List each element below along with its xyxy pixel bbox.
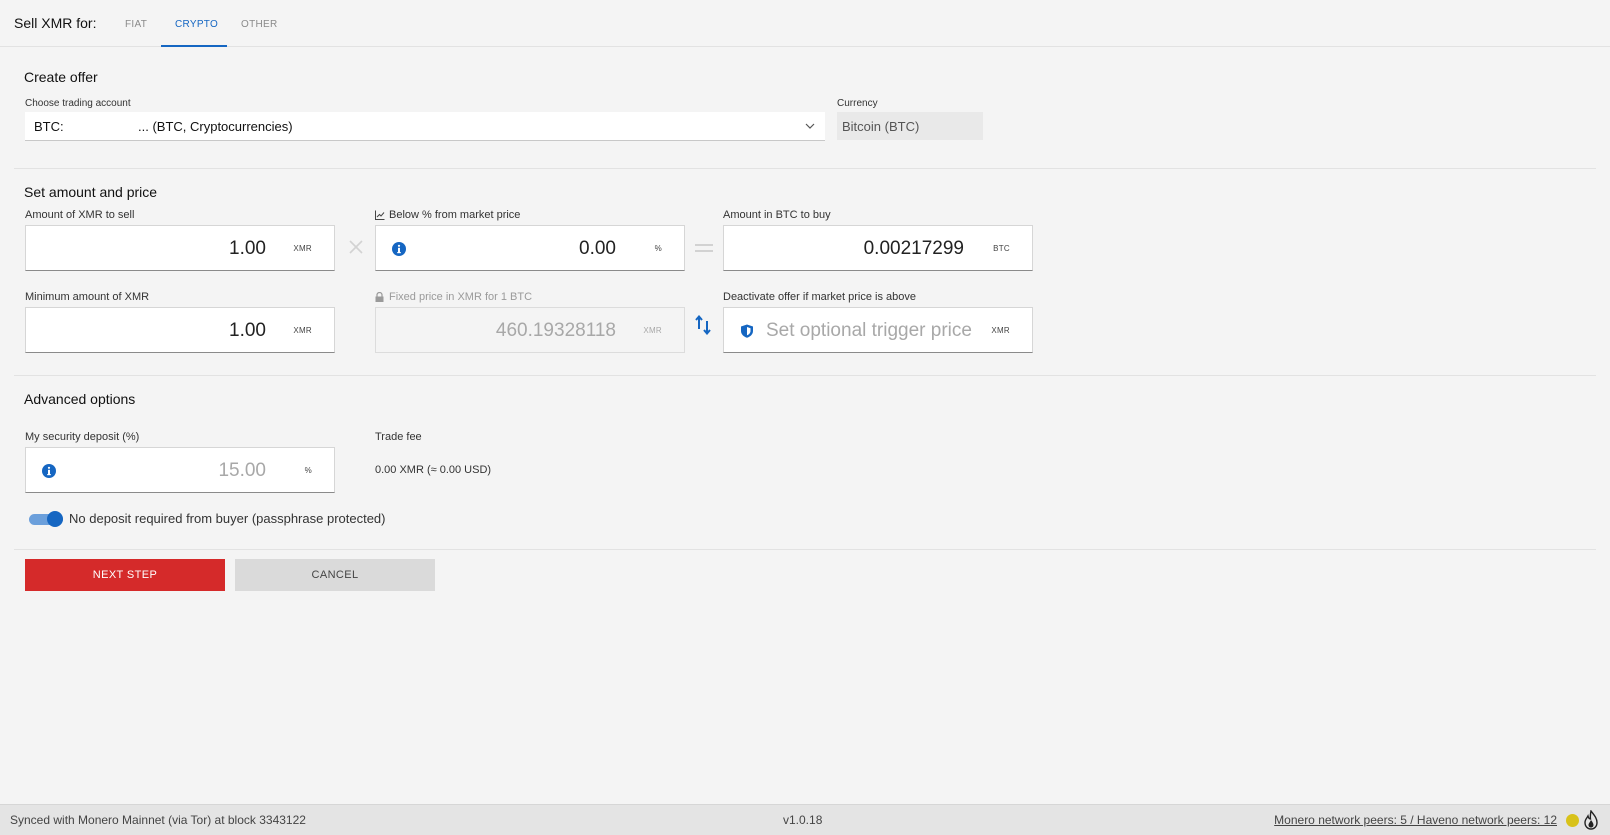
- status-bar: Synced with Monero Mainnet (via Tor) at …: [0, 804, 1610, 835]
- tab-fiat[interactable]: FIAT: [125, 19, 147, 30]
- trading-account-prefix: BTC:: [34, 119, 64, 134]
- advanced-options-title: Advanced options: [24, 391, 136, 407]
- shield-icon: [741, 324, 753, 338]
- currency-value: Bitcoin (BTC): [842, 119, 920, 134]
- below-market-label-text: Below % from market price: [389, 209, 521, 221]
- no-deposit-toggle[interactable]: [29, 511, 63, 527]
- trigger-price-placeholder: Set optional trigger price: [766, 320, 972, 341]
- amount-unit: XMR: [293, 244, 312, 253]
- below-market-value: 0.00: [579, 238, 616, 259]
- trading-account-label: Choose trading account: [25, 98, 131, 109]
- fixed-price-input: 460.19328118 XMR: [375, 307, 685, 353]
- chevron-down-icon: [805, 123, 815, 129]
- fixed-price-unit: XMR: [643, 326, 662, 335]
- info-icon[interactable]: [392, 242, 406, 256]
- fixed-price-value: 460.19328118: [495, 320, 616, 341]
- amount-value: 1.00: [229, 238, 266, 259]
- security-deposit-label: My security deposit (%): [25, 431, 140, 443]
- sync-status: Synced with Monero Mainnet (via Tor) at …: [10, 813, 306, 827]
- below-market-unit: %: [654, 244, 662, 253]
- trading-account-value: ... (BTC, Cryptocurrencies): [138, 119, 293, 134]
- trade-fee-label: Trade fee: [375, 431, 422, 443]
- btc-amount-label: Amount in BTC to buy: [723, 209, 831, 221]
- toggle-knob: [47, 511, 63, 527]
- divider: [14, 549, 1596, 550]
- trigger-price-unit: XMR: [991, 326, 1010, 335]
- divider: [14, 168, 1596, 169]
- currency-field: Bitcoin (BTC): [837, 112, 983, 140]
- equals-icon: [695, 244, 713, 252]
- tab-crypto[interactable]: CRYPTO: [175, 19, 218, 30]
- info-icon[interactable]: [42, 464, 56, 478]
- security-deposit-input[interactable]: 15.00 %: [25, 447, 335, 493]
- page-title: Sell XMR for:: [14, 15, 97, 31]
- min-amount-label: Minimum amount of XMR: [25, 291, 150, 303]
- currency-label: Currency: [837, 98, 878, 109]
- chart-icon: [375, 210, 385, 220]
- security-deposit-unit: %: [304, 466, 312, 475]
- offer-header: Sell XMR for: FIAT CRYPTO OTHER: [0, 0, 1610, 47]
- amount-label: Amount of XMR to sell: [25, 209, 135, 221]
- app-version: v1.0.18: [783, 813, 823, 827]
- network-peers-link[interactable]: Monero network peers: 5 / Haveno network…: [1274, 813, 1557, 827]
- amount-input[interactable]: 1.00 XMR: [25, 225, 335, 271]
- tab-other[interactable]: OTHER: [241, 19, 278, 30]
- security-deposit-value: 15.00: [218, 460, 266, 481]
- lock-icon: [375, 292, 384, 302]
- haveno-logo-icon: [1584, 810, 1598, 830]
- btc-amount-input[interactable]: 0.00217299 BTC: [723, 225, 1033, 271]
- no-deposit-toggle-label: No deposit required from buyer (passphra…: [69, 511, 386, 526]
- trading-account-select[interactable]: BTC: ... (BTC, Cryptocurrencies): [25, 112, 825, 141]
- trigger-price-label: Deactivate offer if market price is abov…: [723, 291, 916, 303]
- below-market-input[interactable]: 0.00 %: [375, 225, 685, 271]
- fixed-price-label-text: Fixed price in XMR for 1 BTC: [389, 291, 533, 303]
- btc-amount-value: 0.00217299: [863, 238, 964, 259]
- trigger-price-input[interactable]: Set optional trigger price XMR: [723, 307, 1033, 353]
- create-offer-title: Create offer: [24, 69, 98, 85]
- min-amount-input[interactable]: 1.00 XMR: [25, 307, 335, 353]
- multiply-icon: [349, 240, 363, 254]
- trade-fee-value: 0.00 XMR (≈ 0.00 USD): [375, 464, 492, 476]
- min-amount-unit: XMR: [293, 326, 312, 335]
- min-amount-value: 1.00: [229, 320, 266, 341]
- swap-arrows-icon[interactable]: [695, 315, 711, 335]
- active-tab-indicator: [161, 45, 227, 47]
- next-step-button[interactable]: NEXT STEP: [25, 559, 225, 591]
- connection-status-icon: [1566, 814, 1579, 827]
- cancel-button[interactable]: CANCEL: [235, 559, 435, 591]
- divider: [14, 375, 1596, 376]
- amount-price-title: Set amount and price: [24, 184, 158, 200]
- btc-amount-unit: BTC: [993, 244, 1010, 253]
